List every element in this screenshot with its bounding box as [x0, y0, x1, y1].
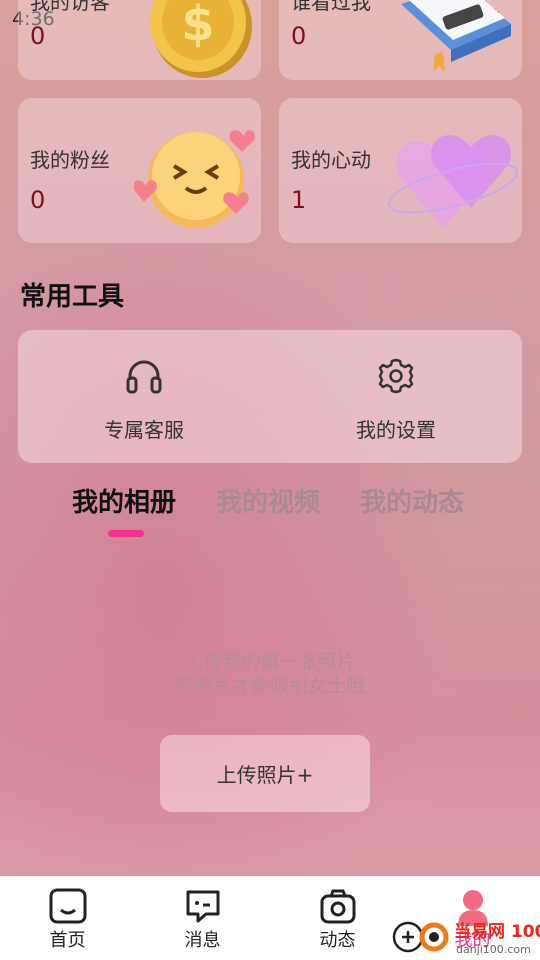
stat-value: 0 — [30, 186, 46, 214]
stat-label: 我的粉丝 — [30, 148, 110, 172]
tool-label: 专属客服 — [104, 418, 184, 442]
nav-moments[interactable]: 动态 — [270, 876, 405, 960]
upload-photo-button[interactable]: 上传照片+ — [160, 735, 370, 812]
stat-value: 0 — [30, 22, 46, 50]
stat-card-viewers[interactable]: 谁看过我 0 — [279, 0, 522, 80]
gear-icon — [378, 358, 414, 394]
watermark-url: danji100.com — [456, 943, 531, 956]
svg-text:$: $ — [181, 0, 214, 52]
stat-card-crushes[interactable]: 我的心动 1 — [279, 98, 522, 243]
headset-icon — [126, 360, 162, 394]
stat-card-visitors[interactable]: 我的访客 0 $ — [18, 0, 261, 80]
stat-label: 我的访客 — [30, 0, 110, 14]
message-icon — [186, 890, 219, 923]
tab-moments[interactable]: 我的动态 — [360, 482, 464, 519]
watermark-logo: 当易网 100网 danji100.com — [392, 921, 540, 956]
settings-button[interactable]: 我的设置 — [270, 330, 522, 463]
tool-label: 我的设置 — [356, 418, 436, 442]
stat-card-fans[interactable]: 我的粉丝 0 — [18, 98, 261, 243]
tools-panel: 专属客服 我的设置 — [18, 330, 522, 463]
tab-videos[interactable]: 我的视频 — [216, 482, 320, 519]
watermark-text: 当易网 100网 — [454, 921, 540, 942]
nav-label: 首页 — [49, 930, 86, 951]
nav-messages[interactable]: 消息 — [135, 876, 270, 960]
hearts-icon — [388, 135, 518, 228]
empty-state-line1: 上传我的第一张照片 — [184, 651, 356, 673]
coin-icon: $ — [150, 0, 252, 78]
tab-album[interactable]: 我的相册 — [72, 482, 176, 519]
stat-value: 1 — [291, 186, 307, 214]
tools-section-title: 常用工具 — [20, 282, 125, 312]
nav-label: 动态 — [319, 930, 356, 951]
album-tabs: 我的相册 我的视频 我的动态 — [0, 482, 540, 542]
camera-icon — [320, 889, 355, 924]
stat-value: 0 — [291, 22, 307, 50]
home-face-icon — [49, 888, 86, 924]
empty-state-line2: 有照片才能吸引女士哦 — [174, 675, 365, 697]
stat-label: 谁看过我 — [291, 0, 371, 14]
nav-home[interactable]: 首页 — [0, 876, 135, 960]
nav-label: 消息 — [184, 930, 221, 951]
stat-label: 我的心动 — [291, 148, 371, 172]
book-icon — [401, 0, 511, 72]
tab-indicator — [108, 530, 144, 537]
smiley-hearts-icon — [134, 130, 255, 228]
customer-service-button[interactable]: 专属客服 — [18, 330, 270, 463]
